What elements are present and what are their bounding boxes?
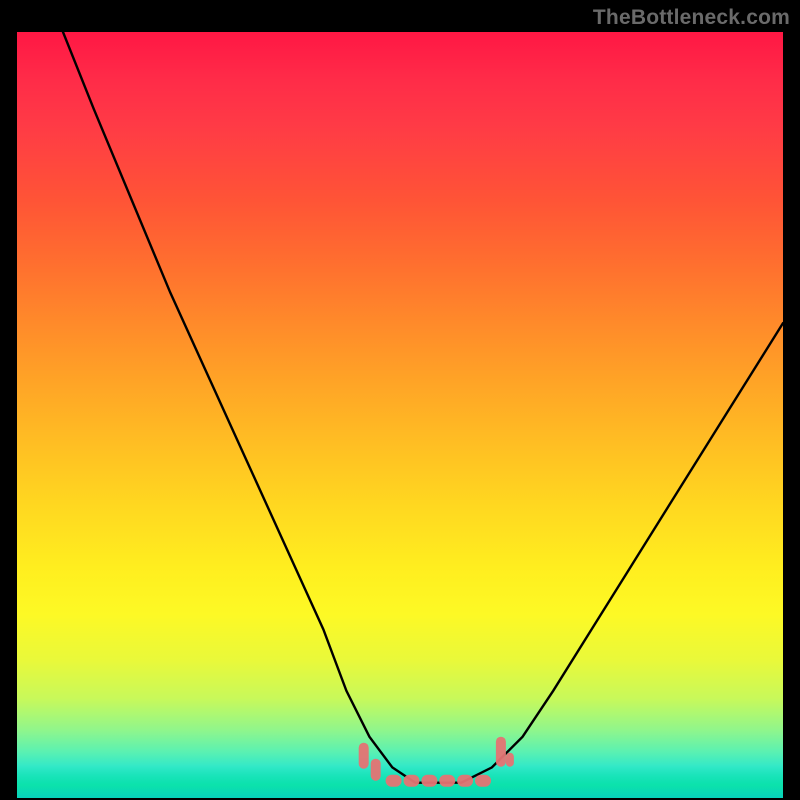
bottleneck-curve <box>17 32 783 798</box>
watermark-text: TheBottleneck.com <box>593 6 790 30</box>
chart-frame <box>17 32 783 798</box>
